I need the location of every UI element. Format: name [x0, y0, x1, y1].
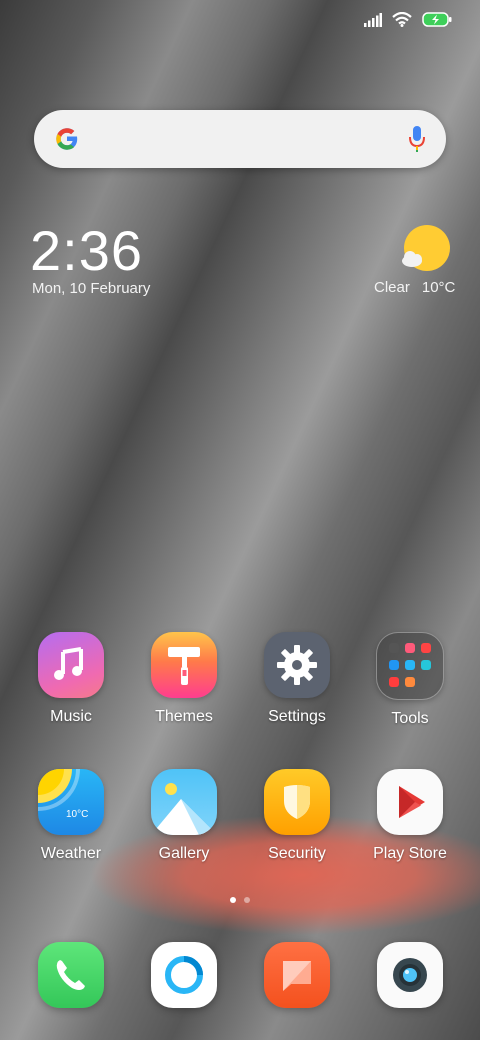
google-search-bar[interactable]	[34, 110, 446, 168]
camera-icon	[377, 942, 443, 1008]
app-label: Weather	[40, 845, 102, 862]
phone-icon	[38, 942, 104, 1008]
app-gallery[interactable]: Gallery	[128, 769, 240, 863]
clock-time[interactable]: 2:36	[30, 218, 143, 283]
dock-camera[interactable]	[354, 942, 466, 1008]
weather-temperature: 10°C	[421, 279, 456, 296]
clock-date: Mon, 10 February	[32, 280, 151, 297]
gallery-icon	[151, 769, 217, 835]
page-dot-1[interactable]	[230, 897, 236, 903]
weather-widget[interactable]: Clear 10°C	[374, 279, 455, 296]
app-label: Music	[50, 708, 92, 725]
app-label: Settings	[268, 708, 326, 725]
app-music[interactable]: Music	[15, 632, 127, 726]
app-label: Play Store	[373, 845, 447, 862]
app-label: Themes	[155, 708, 213, 725]
status-bar	[364, 12, 452, 27]
messages-icon	[264, 942, 330, 1008]
battery-charging-icon	[422, 12, 452, 27]
shield-icon	[264, 769, 330, 835]
gear-icon	[264, 632, 330, 698]
weather-condition: Clear	[374, 279, 410, 296]
wifi-icon	[392, 12, 412, 27]
weather-icon-text: 10°C	[66, 809, 89, 820]
dock-phone[interactable]	[15, 942, 127, 1008]
browser-icon	[151, 942, 217, 1008]
mic-icon[interactable]	[408, 125, 426, 153]
app-weather[interactable]: 10°C Weather	[15, 769, 127, 863]
app-label: Security	[268, 845, 326, 862]
weather-icon: 10°C	[38, 769, 104, 835]
app-label: Gallery	[158, 845, 210, 862]
app-label: Tools	[391, 710, 429, 727]
music-icon	[38, 632, 104, 698]
signal-icon	[364, 12, 382, 27]
app-themes[interactable]: Themes	[128, 632, 240, 726]
google-g-icon	[56, 128, 78, 150]
dock-browser[interactable]	[128, 942, 240, 1008]
dock-messages[interactable]	[241, 942, 353, 1008]
page-dot-2[interactable]	[244, 897, 250, 903]
partly-sunny-icon[interactable]	[400, 224, 452, 274]
folder-icon	[376, 632, 444, 700]
app-play-store[interactable]: Play Store	[354, 769, 466, 863]
app-settings[interactable]: Settings	[241, 632, 353, 726]
app-tools-folder[interactable]: Tools	[354, 632, 466, 728]
paint-roller-icon	[151, 632, 217, 698]
app-security[interactable]: Security	[241, 769, 353, 863]
play-store-icon	[377, 769, 443, 835]
page-indicator[interactable]	[0, 897, 480, 903]
